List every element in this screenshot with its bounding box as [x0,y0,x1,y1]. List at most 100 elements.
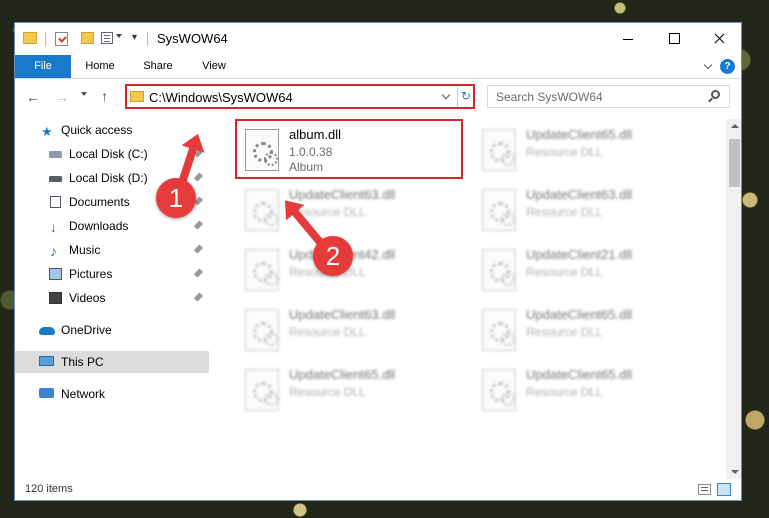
file-name: UpdateClient65.dll [289,367,396,382]
video-icon [49,292,62,304]
pin-icon[interactable] [193,268,204,278]
dll-file-icon [482,129,516,171]
dll-file-icon [245,189,279,231]
search-input[interactable]: Search SysWOW64 [496,90,603,104]
document-icon [50,196,61,208]
sidebar-item-onedrive[interactable]: OneDrive [15,319,209,341]
sidebar-item-downloads[interactable]: ↓ Downloads [15,215,209,237]
sidebar-item-quick-access[interactable]: ★ Quick access [15,119,209,141]
sidebar-item-pictures[interactable]: Pictures [15,263,209,285]
scroll-up-arrow-icon[interactable] [731,124,739,128]
sidebar-item-label: Documents [69,195,130,209]
quick-access-menu-icon[interactable]: ▾ [132,32,137,43]
back-arrow-icon[interactable]: ← [26,89,40,105]
sidebar-item-videos[interactable]: Videos [15,287,209,309]
file-name: album.dll [289,127,342,142]
status-bar: 120 items [15,479,741,500]
file-item[interactable]: UpdateClient65.dll Resource DLL [474,301,702,361]
close-button[interactable] [697,23,741,55]
file-name: UpdateClient21.dll [526,247,633,262]
dll-file-icon [245,369,279,411]
scrollbar-thumb[interactable] [729,139,740,187]
folder-icon [23,32,37,44]
file-name: UpdateClient63.dll [289,307,396,322]
help-icon[interactable]: ? [720,59,735,74]
file-list: album.dll 1.0.0.38 Album UpdateClient65.… [212,112,725,479]
tab-view[interactable]: View [189,55,239,78]
forward-arrow-icon[interactable]: → [55,89,69,105]
pin-icon[interactable] [193,172,204,182]
minimize-button[interactable] [605,23,651,55]
maximize-button[interactable] [651,23,697,55]
sidebar-item-this-pc[interactable]: This PC [15,351,209,373]
properties-icon[interactable] [55,32,68,46]
expand-ribbon-chevron-icon[interactable] [703,60,713,70]
file-item[interactable]: UpdateClient21.dll Resource DLL [474,241,702,301]
file-item[interactable]: UpdateClient65.dll Resource DLL [474,361,702,421]
file-item[interactable]: UpdateClient63.dll Resource DLL [474,181,702,241]
search-icon[interactable] [711,90,720,99]
vertical-scrollbar[interactable] [726,119,741,479]
search-box[interactable]: Search SysWOW64 [487,85,730,108]
pin-icon[interactable] [193,220,204,230]
title-bar: ▾ SysWOW64 [15,23,741,55]
disk-icon [49,176,62,182]
disk-icon [49,151,62,158]
pin-icon[interactable] [193,292,204,302]
file-version: 1.0.0.38 [289,145,333,159]
address-path[interactable]: C:\Windows\SysWOW64 [149,90,293,105]
music-icon: ♪ [50,243,57,259]
file-name: UpdateClient63.dll [289,187,396,202]
explorer-window: ▾ SysWOW64 File Home Share View ? ← → ↑ … [14,22,742,501]
file-description: Resource DLL [289,385,366,399]
file-item[interactable]: UpdateClient65.dll Resource DLL [474,121,702,181]
scroll-down-arrow-icon[interactable] [731,470,739,474]
dll-file-icon [482,369,516,411]
address-history-chevron-icon[interactable] [441,90,451,100]
dll-file-icon [482,189,516,231]
pin-icon[interactable] [193,244,204,254]
customize-quick-access-icon[interactable] [101,32,113,44]
sidebar-item-label: Pictures [69,267,113,281]
refresh-icon[interactable]: ↻ [461,89,471,103]
file-item[interactable]: UpdateClient63.dll Resource DLL [237,301,465,361]
file-item[interactable]: UpdateClient63.dll Resource DLL [237,181,465,241]
pictures-icon [49,268,62,280]
tab-share[interactable]: Share [133,55,183,78]
sidebar-item-network[interactable]: Network [15,383,209,405]
window-title: SysWOW64 [157,31,228,46]
step-1-badge: 1 [156,178,196,218]
navigation-bar: ← → ↑ C:\Windows\SysWOW64 ↻ Search SysWO… [15,80,741,112]
sidebar-item-label: OneDrive [61,323,112,337]
recent-locations-chevron-icon[interactable] [81,92,87,96]
file-description: Album [289,160,324,174]
tab-home[interactable]: Home [75,55,125,78]
sidebar-item-label: This PC [61,355,104,369]
toolbar-separator [45,32,46,46]
file-name: UpdateClient65.dll [526,367,633,382]
file-description: Resource DLL [526,265,603,279]
new-folder-icon[interactable] [81,32,94,44]
star-icon: ★ [41,124,53,139]
file-description: Resource DLL [526,385,603,399]
up-arrow-icon[interactable]: ↑ [101,88,108,104]
file-name: UpdateClient65.dll [526,307,633,322]
file-item-album-dll[interactable]: album.dll 1.0.0.38 Album [235,119,463,179]
sidebar-item-label: Quick access [61,123,133,137]
file-name: UpdateClient63.dll [526,187,633,202]
tab-file[interactable]: File [15,55,71,78]
chevron-down-icon[interactable] [116,34,122,38]
details-view-icon[interactable] [698,484,711,495]
sidebar-item-label: Local Disk (C:) [69,147,148,161]
sidebar-item-music[interactable]: ♪ Music [15,239,209,261]
file-item[interactable]: UpdateClient65.dll Resource DLL [237,361,465,421]
folder-icon [130,91,144,102]
sidebar-item-local-disk-c[interactable]: Local Disk (C:) [15,143,209,165]
dll-file-icon [482,309,516,351]
toolbar-separator [147,32,148,46]
address-bar[interactable]: C:\Windows\SysWOW64 ↻ [125,84,475,109]
sidebar-item-label: Downloads [69,219,129,233]
large-icons-view-icon[interactable] [717,483,731,496]
dll-file-icon [245,129,279,171]
file-description: Resource DLL [289,325,366,339]
